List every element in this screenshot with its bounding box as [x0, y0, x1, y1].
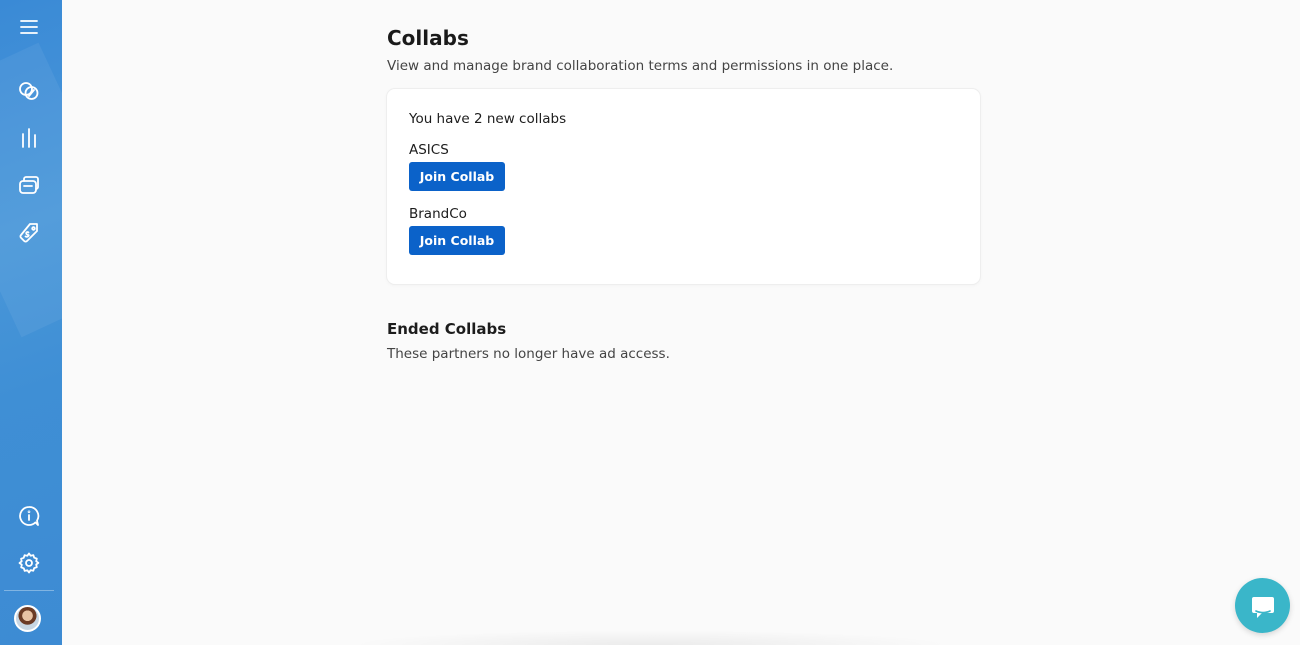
join-collab-button-asics[interactable]: Join Collab	[409, 162, 505, 191]
page-title: Collabs	[387, 26, 469, 50]
sidebar-nav	[0, 0, 62, 645]
ended-collabs-description: These partners no longer have ad access.	[387, 346, 670, 362]
info-icon[interactable]	[14, 501, 44, 531]
user-avatar[interactable]	[14, 605, 41, 632]
bottom-panel-shadow	[345, 630, 955, 645]
brand-name-brandco: BrandCo	[409, 206, 467, 222]
page-subtitle: View and manage brand collaboration term…	[387, 58, 894, 74]
join-collab-button-brandco[interactable]: Join Collab	[409, 226, 505, 255]
gear-icon[interactable]	[14, 548, 44, 578]
brand-name-asics: ASICS	[409, 142, 449, 158]
ended-collabs-title: Ended Collabs	[387, 320, 507, 338]
collabs-icon[interactable]	[14, 76, 44, 106]
offers-tag-icon[interactable]	[14, 218, 44, 248]
menu-icon[interactable]	[14, 12, 44, 42]
chat-bubble-icon	[1251, 596, 1274, 618]
new-collabs-header: You have 2 new collabs	[409, 111, 567, 127]
sidebar-divider	[4, 590, 54, 591]
chat-launcher-button[interactable]	[1235, 578, 1290, 633]
new-collabs-card: You have 2 new collabs ASICS Join Collab…	[387, 89, 980, 284]
analytics-icon[interactable]	[14, 123, 44, 153]
content-icon[interactable]	[14, 170, 44, 200]
